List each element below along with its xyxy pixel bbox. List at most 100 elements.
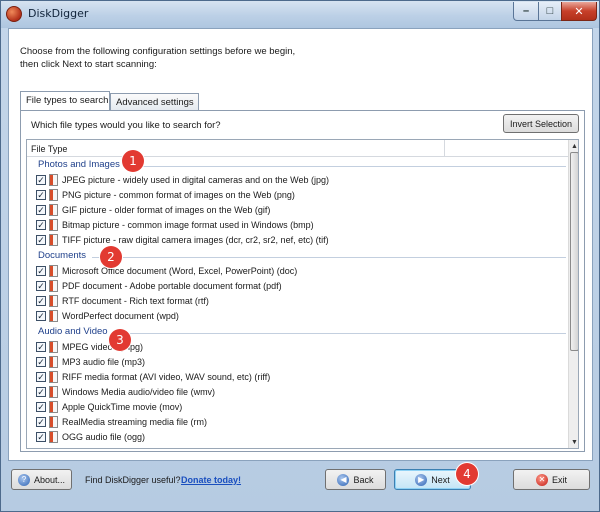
list-item[interactable]: ✓ WordPerfect document (wpd) <box>27 309 568 324</box>
file-type-label: MPEG videos (mpg) <box>62 342 144 352</box>
callout-badge-2: 2 <box>100 246 122 268</box>
list-scrollbar[interactable]: ▲ ▼ <box>568 140 578 448</box>
invert-selection-button[interactable]: Invert Selection <box>503 114 579 133</box>
back-arrow-icon: ◀ <box>337 473 350 486</box>
list-item[interactable]: ✓ MPEG videos (mpg) <box>27 340 568 355</box>
file-type-label: Bitmap picture - common image format use… <box>62 220 314 230</box>
diskdigger-window: DiskDigger – □ ✕ Choose from the followi… <box>0 0 600 512</box>
file-type-icon <box>49 234 58 246</box>
file-type-icon <box>49 189 58 201</box>
file-type-checkbox[interactable]: ✓ <box>36 235 46 245</box>
file-type-checkbox[interactable]: ✓ <box>36 387 46 397</box>
file-type-label: GIF picture - older format of images on … <box>62 205 271 215</box>
file-type-checkbox[interactable]: ✓ <box>36 432 46 442</box>
file-type-checkbox[interactable]: ✓ <box>36 220 46 230</box>
donate-link[interactable]: Donate today! <box>181 475 241 485</box>
file-types-panel: Which file types would you like to searc… <box>20 110 585 452</box>
file-type-checkbox[interactable]: ✓ <box>36 402 46 412</box>
file-type-checkbox[interactable]: ✓ <box>36 417 46 427</box>
intro-text: Choose from the following configuration … <box>20 45 295 71</box>
file-type-checkbox[interactable]: ✓ <box>36 190 46 200</box>
group-header-label: Photos and Images <box>38 159 120 170</box>
file-type-icon <box>49 416 58 428</box>
file-type-label: WordPerfect document (wpd) <box>62 311 179 321</box>
scroll-up-arrow-icon[interactable]: ▲ <box>569 140 578 152</box>
file-type-label: PDF document - Adobe portable document f… <box>62 281 282 291</box>
list-item[interactable]: ✓ OGG audio file (ogg) <box>27 430 568 445</box>
file-type-list: File Type Photos and Images ✓ JPEG picture… <box>26 139 579 449</box>
file-type-icon <box>49 341 58 353</box>
file-type-column-label: File Type <box>31 144 68 154</box>
list-item[interactable]: ✓ JPEG picture - widely used in digital c… <box>27 173 568 188</box>
file-type-checkbox[interactable]: ✓ <box>36 342 46 352</box>
file-type-label: Apple QuickTime movie (mov) <box>62 402 183 412</box>
tab-advanced-settings[interactable]: Advanced settings <box>110 93 199 111</box>
file-type-icon <box>49 431 58 443</box>
file-type-checkbox[interactable]: ✓ <box>36 281 46 291</box>
close-button[interactable]: ✕ <box>561 2 597 21</box>
file-type-icon <box>49 265 58 277</box>
tab-file-types[interactable]: File types to search <box>20 91 110 110</box>
list-item[interactable]: ✓ Apple QuickTime movie (mov) <box>27 400 568 415</box>
file-type-checkbox[interactable]: ✓ <box>36 311 46 321</box>
intro-line-2: then click Next to start scanning: <box>20 59 157 70</box>
file-type-icon <box>49 401 58 413</box>
list-item[interactable]: ✓ Windows Media audio/video file (wmv) <box>27 385 568 400</box>
scroll-thumb[interactable] <box>570 152 578 351</box>
file-type-checkbox[interactable]: ✓ <box>36 205 46 215</box>
group-separator-line <box>114 333 566 334</box>
file-type-checkbox[interactable]: ✓ <box>36 357 46 367</box>
file-type-checkbox[interactable]: ✓ <box>36 296 46 306</box>
file-type-label: PNG picture - common format of images on… <box>62 190 295 200</box>
file-type-icon <box>49 356 58 368</box>
list-item[interactable]: ✓ PDF document - Adobe portable document … <box>27 279 568 294</box>
exit-button[interactable]: ✕ Exit <box>513 469 590 490</box>
exit-label: Exit <box>551 474 567 485</box>
file-type-icon <box>49 174 58 186</box>
wizard-content: Choose from the following configuration … <box>8 28 593 461</box>
list-item[interactable]: ✓ GIF picture - older format of images on… <box>27 203 568 218</box>
file-type-label: RealMedia streaming media file (rm) <box>62 417 208 427</box>
find-useful-text: Find DiskDigger useful? <box>85 475 181 485</box>
about-button[interactable]: ? About... <box>11 469 72 490</box>
file-type-label: JPEG picture - widely used in digital ca… <box>62 175 329 185</box>
callout-badge-1: 1 <box>122 150 144 172</box>
list-item[interactable]: ✓ PNG picture - common format of images o… <box>27 188 568 203</box>
callout-badge-3: 3 <box>109 329 131 351</box>
file-type-label: Windows Media audio/video file (wmv) <box>62 387 216 397</box>
file-type-label: RTF document - Rich text format (rtf) <box>62 296 209 306</box>
list-item[interactable]: ✓ Bitmap picture - common image format us… <box>27 218 568 233</box>
list-item[interactable]: ✓ RTF document - Rich text format (rtf) <box>27 294 568 309</box>
file-type-label: Microsoft Office document (Word, Excel, … <box>62 266 298 276</box>
file-type-label: RIFF media format (AVI video, WAV sound,… <box>62 372 271 382</box>
window-title: DiskDigger <box>28 7 89 20</box>
file-type-icon <box>49 386 58 398</box>
list-column-header[interactable]: File Type <box>27 140 568 157</box>
file-type-icon <box>49 371 58 383</box>
file-types-question: Which file types would you like to searc… <box>31 120 221 131</box>
list-item[interactable]: ✓ MP3 audio file (mp3) <box>27 355 568 370</box>
file-type-icon <box>49 295 58 307</box>
maximize-button[interactable]: □ <box>538 2 562 21</box>
intro-line-1: Choose from the following configuration … <box>20 46 296 57</box>
group-header[interactable]: Photos and Images <box>27 157 568 173</box>
file-type-checkbox[interactable]: ✓ <box>36 372 46 382</box>
column-divider[interactable] <box>444 140 445 157</box>
about-label: About... <box>33 474 66 485</box>
minimize-button[interactable]: – <box>513 2 539 21</box>
back-button[interactable]: ◀ Back <box>325 469 386 490</box>
list-item[interactable]: ✓ RealMedia streaming media file (rm) <box>27 415 568 430</box>
title-bar[interactable]: DiskDigger – □ ✕ <box>1 1 599 28</box>
group-header-label: Documents <box>38 250 87 261</box>
file-type-label: TIFF picture - raw digital camera images… <box>62 235 329 245</box>
diskdigger-app-icon <box>6 6 22 22</box>
file-type-checkbox[interactable]: ✓ <box>36 266 46 276</box>
file-type-icon <box>49 280 58 292</box>
help-icon: ? <box>17 473 30 486</box>
list-item[interactable]: ✓ RIFF media format (AVI video, WAV sound… <box>27 370 568 385</box>
scroll-down-arrow-icon[interactable]: ▼ <box>569 436 578 448</box>
next-arrow-icon: ▶ <box>415 473 428 486</box>
file-type-list-body: Photos and Images ✓ JPEG picture - widely … <box>27 157 568 448</box>
file-type-label: MP3 audio file (mp3) <box>62 357 146 367</box>
file-type-checkbox[interactable]: ✓ <box>36 175 46 185</box>
